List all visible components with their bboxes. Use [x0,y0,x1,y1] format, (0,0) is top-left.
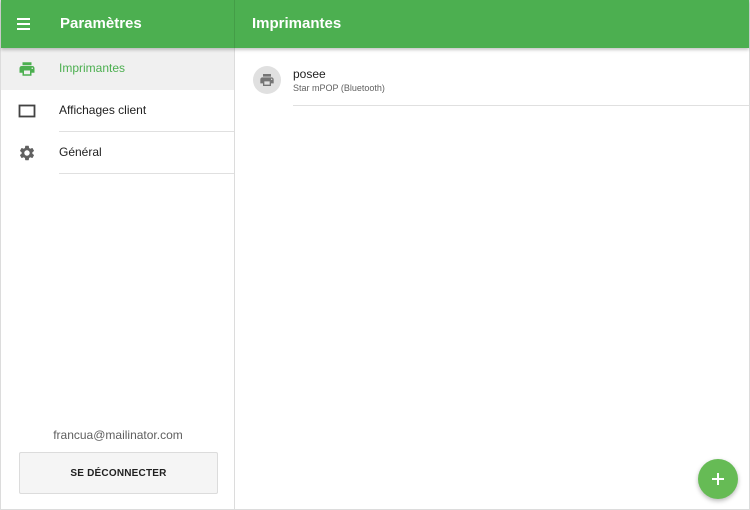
sidebar: Imprimantes Affichages client Général fr… [1,48,235,509]
main-content: posee Star mPOP (Bluetooth) [235,48,749,509]
sidebar-item-customer-displays[interactable]: Affichages client [1,90,234,132]
sidebar-item-printers[interactable]: Imprimantes [1,48,234,90]
sidebar-item-label: Général [59,145,102,159]
monitor-icon [18,102,36,120]
page-title: Imprimantes [252,15,342,32]
hamburger-menu-icon[interactable] [15,14,37,34]
printer-icon [260,74,274,86]
printer-avatar [253,66,281,94]
printer-name: posee [293,67,326,81]
top-app-bar: Paramètres Imprimantes [1,0,749,48]
printer-model: Star mPOP (Bluetooth) [293,83,385,93]
sidebar-item-label: Imprimantes [59,61,126,75]
nav-divider [59,173,234,174]
topbar-divider [234,0,235,48]
settings-title: Paramètres [60,15,142,32]
add-printer-button[interactable] [698,459,738,499]
plus-icon [712,473,724,485]
list-divider [293,105,749,106]
logout-button[interactable]: SE DÉCONNECTER [19,452,218,494]
sidebar-item-label: Affichages client [59,103,147,117]
user-email: francua@mailinator.com [53,428,183,442]
gear-icon [18,144,36,162]
printer-icon [18,60,36,78]
sidebar-item-general[interactable]: Général [1,132,234,174]
list-item[interactable]: posee Star mPOP (Bluetooth) [235,48,749,106]
settings-app: Paramètres Imprimantes Imprimantes Affic… [0,0,750,510]
